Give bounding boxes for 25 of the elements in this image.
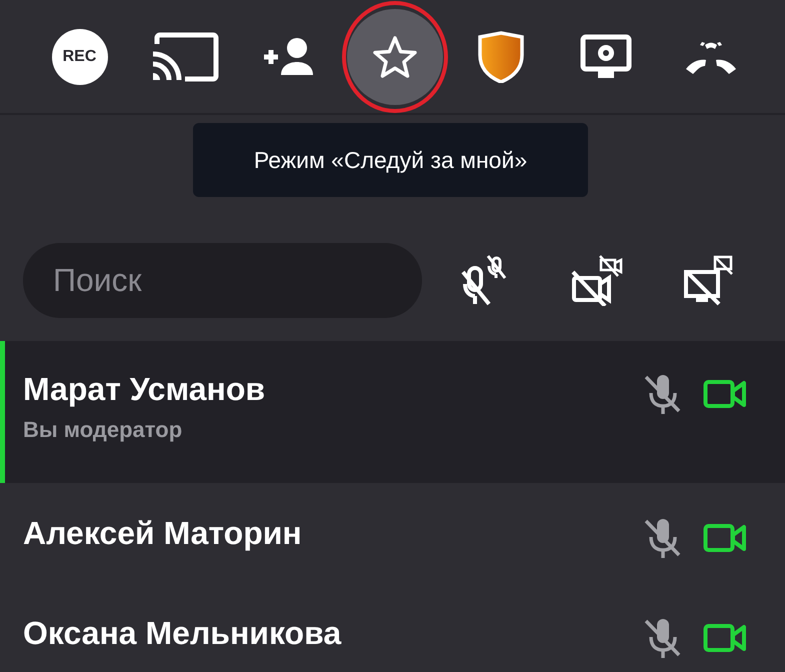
search-field[interactable]: Поиск	[23, 242, 422, 318]
record-button[interactable]: REC	[52, 28, 108, 84]
camera-off-all-button[interactable]	[571, 254, 623, 306]
monitor-gear-icon	[580, 34, 632, 80]
mic-muted-icon	[643, 517, 683, 559]
shield-icon	[478, 30, 524, 82]
mic-muted-icon	[643, 373, 683, 415]
tooltip: Режим «Следуй за мной»	[193, 123, 588, 197]
camera-icon	[703, 523, 747, 553]
screens-off-icon	[683, 254, 735, 306]
participant-row[interactable]: Оксана Мельникова	[0, 585, 785, 672]
camera-icon	[703, 379, 747, 409]
participant-name: Марат Усманов	[23, 370, 266, 408]
cameras-off-icon	[571, 254, 623, 306]
participant-row[interactable]: Марат Усманов Вы модератор	[0, 341, 785, 483]
participant-name: Алексей Маторин	[23, 514, 303, 552]
participant-role: Вы модератор	[23, 417, 184, 443]
participant-row[interactable]: Алексей Маторин	[0, 483, 785, 585]
mic-muted-icon	[643, 617, 683, 659]
cast-icon	[150, 32, 218, 82]
star-icon	[372, 34, 418, 78]
screen-off-all-button[interactable]	[683, 254, 735, 306]
follow-me-button[interactable]	[342, 0, 448, 113]
participant-name: Оксана Мельникова	[23, 614, 342, 652]
camera-icon	[703, 623, 747, 653]
